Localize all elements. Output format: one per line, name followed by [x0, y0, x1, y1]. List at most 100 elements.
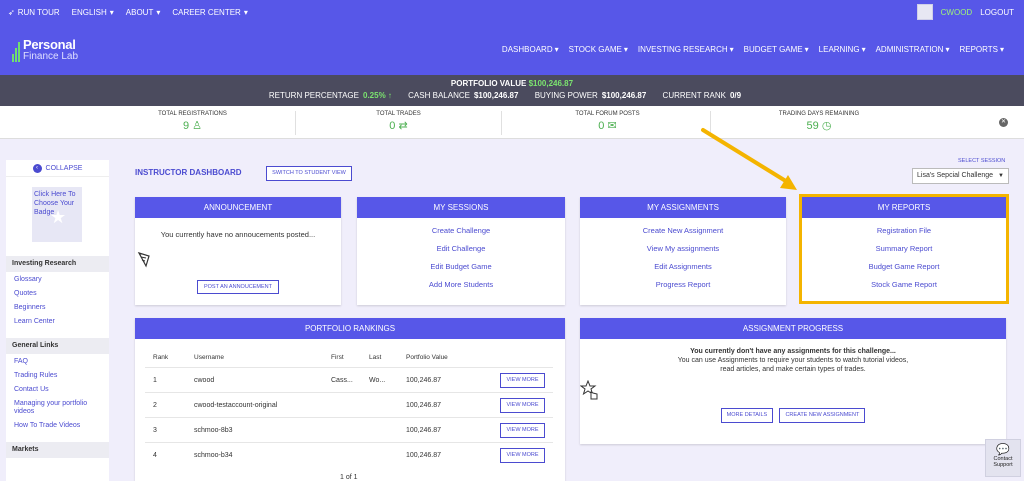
switch-student-view-button[interactable]: SWITCH TO STUDENT VIEW	[266, 166, 352, 181]
about-dropdown[interactable]: ABOUT ▾	[126, 8, 161, 17]
chevron-left-icon: ‹	[32, 163, 42, 173]
stat-forum-posts: TOTAL FORUM POSTS 0 ✉	[505, 111, 711, 135]
star-hand-icon	[579, 379, 598, 400]
chevron-down-icon: ▼	[998, 173, 1004, 179]
sidebar-section-general-links: General Links	[6, 338, 109, 354]
view-assignments-link[interactable]: View My assignments	[580, 244, 786, 253]
table-header: Rank Username First Last Portfolio Value	[153, 354, 448, 361]
page-title: INSTRUCTOR DASHBOARD	[135, 168, 242, 177]
stats-bar: TOTAL REGISTRATIONS 9 ♙ TOTAL TRADES 0 ⇄…	[0, 106, 1024, 139]
more-details-button[interactable]: MORE DETAILS	[720, 408, 774, 423]
create-new-assignment-button[interactable]: CREATE NEW ASSIGNMENT	[779, 408, 866, 423]
megaphone-icon	[137, 252, 150, 268]
table-row: 2 cwood-testaccount-original 100,246.87 …	[145, 392, 553, 417]
logo-bars-icon	[12, 38, 21, 62]
reports-card: MY REPORTS Registration File Summary Rep…	[799, 194, 1009, 304]
view-more-button[interactable]: VIEW MORE	[500, 423, 545, 438]
stat-trading-days: TRADING DAYS REMAINING 59 ◷	[778, 111, 860, 132]
nav-budget-game[interactable]: BUDGET GAME ▾	[744, 45, 809, 54]
cash-balance: $100,246.87	[473, 91, 519, 100]
chevron-down-icon: ▾	[109, 7, 114, 17]
create-challenge-link[interactable]: Create Challenge	[357, 226, 565, 235]
assignments-card: MY ASSIGNMENTS Create New Assignment Vie…	[580, 197, 786, 305]
edit-assignments-link[interactable]: Edit Assignments	[580, 262, 786, 271]
star-icon: ★	[50, 207, 67, 227]
run-tour-link[interactable]: ➶ RUN TOUR	[8, 8, 60, 17]
sidebar: ‹ COLLAPSE Click Here To Choose Your Bad…	[6, 160, 109, 481]
close-icon[interactable]: ✕	[999, 118, 1008, 127]
sidebar-section-markets: Markets	[6, 442, 109, 458]
exchange-icon: ⇄	[398, 120, 408, 132]
badge-chooser[interactable]: Click Here To Choose Your Badge ★	[32, 187, 82, 242]
main-navbar: Personal Finance Lab DASHBOARD ▾ STOCK GA…	[0, 24, 1024, 75]
add-more-students-link[interactable]: Add More Students	[357, 280, 565, 289]
budget-game-report-link[interactable]: Budget Game Report	[802, 262, 1006, 271]
announcement-card: ANNOUNCEMENT You currently have no annou…	[135, 197, 341, 305]
summary-report-link[interactable]: Summary Report	[802, 244, 1006, 253]
nav-dashboard[interactable]: DASHBOARD ▾	[502, 45, 559, 54]
career-center-dropdown[interactable]: CAREER CENTER ▾	[172, 8, 247, 17]
table-row: 4 schmoo-b34 100,246.87 VIEW MORE	[145, 442, 553, 467]
chat-icon: 💬	[996, 444, 1010, 456]
portfolio-summary: PORTFOLIO VALUE $100,246.87 RETURN PERCE…	[0, 75, 1024, 106]
username-link[interactable]: CWOOD	[941, 8, 973, 17]
rankings-table: Rank Username First Last Portfolio Value…	[145, 349, 553, 467]
view-more-button[interactable]: VIEW MORE	[500, 448, 545, 463]
sidebar-item-faq[interactable]: FAQ	[14, 358, 109, 366]
contact-support-button[interactable]: 💬 Contact Support	[985, 439, 1021, 477]
stat-trades: TOTAL TRADES 0 ⇄	[296, 111, 502, 135]
logo[interactable]: Personal Finance Lab	[12, 36, 102, 64]
current-rank: 0/9	[729, 91, 742, 100]
portfolio-value: $100,246.87	[528, 79, 574, 88]
session-select[interactable]: Lisa's Sepcial Challenge ▼	[912, 168, 1009, 184]
language-dropdown[interactable]: ENGLISH ▾	[72, 8, 114, 17]
sessions-card: MY SESSIONS Create Challenge Edit Challe…	[357, 197, 565, 305]
logout-link[interactable]: LOGOUT	[980, 8, 1014, 17]
sidebar-section-investing-research: Investing Research	[6, 256, 109, 272]
mail-icon: ✉	[607, 120, 617, 132]
edit-challenge-link[interactable]: Edit Challenge	[357, 244, 565, 253]
sidebar-item-beginners[interactable]: Beginners	[14, 304, 109, 312]
avatar[interactable]	[916, 4, 933, 20]
select-session-label: SELECT SESSION	[958, 158, 1006, 164]
assignment-progress-card: ASSIGNMENT PROGRESS You currently don't …	[579, 318, 1006, 444]
sidebar-item-contact-us[interactable]: Contact Us	[14, 386, 109, 394]
post-announcement-button[interactable]: POST AN ANNOUCEMENT	[197, 280, 279, 294]
view-more-button[interactable]: VIEW MORE	[500, 373, 545, 388]
edit-budget-game-link[interactable]: Edit Budget Game	[357, 262, 565, 271]
nav-investing-research[interactable]: INVESTING RESEARCH ▾	[638, 45, 734, 54]
chevron-down-icon: ▾	[554, 45, 559, 54]
view-more-button[interactable]: VIEW MORE	[500, 398, 545, 413]
chevron-down-icon: ▾	[999, 45, 1004, 54]
chevron-down-icon: ▾	[243, 7, 248, 17]
sidebar-item-portfolio-videos[interactable]: Managing your portfolio videos	[14, 400, 109, 416]
chevron-down-icon: ▾	[623, 45, 628, 54]
chevron-down-icon: ▾	[945, 45, 950, 54]
run-icon: ➶	[8, 7, 15, 17]
arrow-up-icon: ↑	[387, 91, 392, 100]
registration-file-link[interactable]: Registration File	[802, 226, 1006, 235]
chevron-down-icon: ▾	[156, 7, 161, 17]
collapse-button[interactable]: ‹ COLLAPSE	[6, 160, 109, 177]
user-icon: ♙	[192, 120, 203, 132]
sidebar-item-learn-center[interactable]: Learn Center	[14, 318, 109, 326]
buying-power: $100,246.87	[601, 91, 647, 100]
pagination[interactable]: 1 of 1	[340, 474, 358, 481]
create-new-assignment-link[interactable]: Create New Assignment	[580, 226, 786, 235]
nav-stock-game[interactable]: STOCK GAME ▾	[569, 45, 628, 54]
nav-learning[interactable]: LEARNING ▾	[819, 45, 866, 54]
progress-report-link[interactable]: Progress Report	[580, 280, 786, 289]
chevron-down-icon: ▾	[861, 45, 866, 54]
table-row: 1 cwood Cass... Wo... 100,246.87 VIEW MO…	[145, 367, 553, 392]
sidebar-item-trade-videos[interactable]: How To Trade Videos	[14, 422, 109, 430]
sidebar-item-quotes[interactable]: Quotes	[14, 290, 109, 298]
stock-game-report-link[interactable]: Stock Game Report	[802, 280, 1006, 289]
nav-reports[interactable]: REPORTS ▾	[959, 45, 1004, 54]
sidebar-item-glossary[interactable]: Glossary	[14, 276, 109, 284]
return-percentage: 0.25% ↑	[363, 91, 392, 100]
sidebar-item-trading-rules[interactable]: Trading Rules	[14, 372, 109, 380]
nav-administration[interactable]: ADMINISTRATION ▾	[876, 45, 950, 54]
table-row: 3 schmoo-8b3 100,246.87 VIEW MORE	[145, 417, 553, 442]
stat-registrations: TOTAL REGISTRATIONS 9 ♙	[90, 111, 296, 135]
top-bar: ➶ RUN TOUR ENGLISH ▾ ABOUT ▾ CAREER CENTER ▾…	[0, 0, 1024, 24]
